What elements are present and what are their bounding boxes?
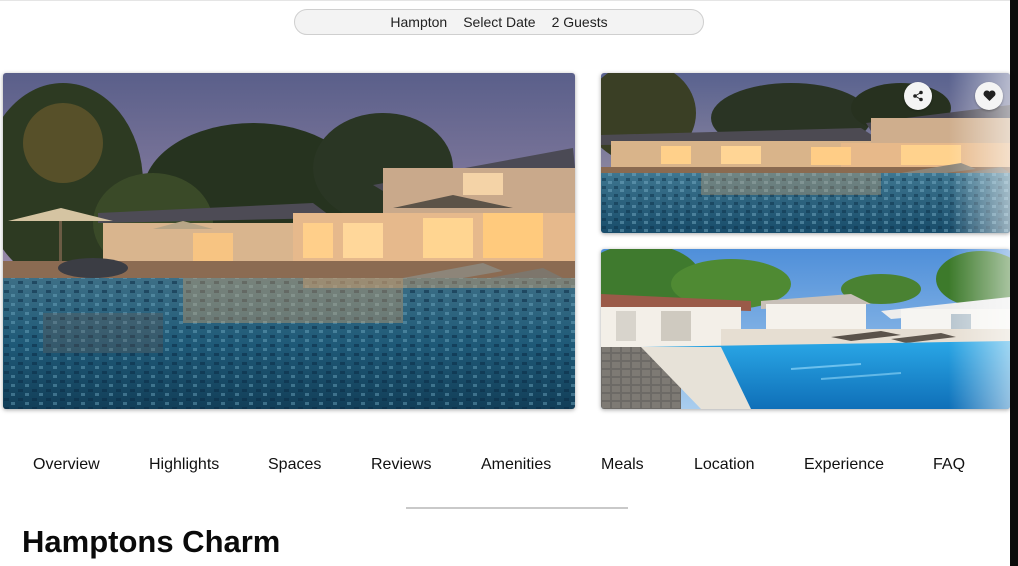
main-photo[interactable] [3, 73, 575, 409]
top-divider [0, 0, 1010, 1]
tab-meals[interactable]: Meals [601, 456, 644, 474]
window-edge [1010, 0, 1018, 566]
favorite-button[interactable] [975, 82, 1003, 110]
share-icon [913, 90, 923, 102]
tab-spaces[interactable]: Spaces [268, 456, 321, 474]
top-photo[interactable] [601, 73, 1010, 233]
bottom-photo[interactable] [601, 249, 1010, 409]
tab-overview[interactable]: Overview [33, 456, 100, 474]
tab-location[interactable]: Location [694, 456, 755, 474]
villa-pool-daytime-image [601, 249, 1010, 409]
tab-active-indicator [406, 507, 628, 509]
page: Hampton Select Date 2 Guests Overview Hi… [0, 0, 1018, 566]
tab-experience[interactable]: Experience [804, 456, 884, 474]
location-field[interactable]: Hampton [390, 14, 447, 30]
section-tabs: Overview Highlights Spaces Reviews Ameni… [0, 456, 1010, 478]
heart-icon [983, 90, 995, 101]
tab-faq[interactable]: FAQ [933, 456, 965, 474]
search-bar[interactable]: Hampton Select Date 2 Guests [294, 9, 704, 35]
property-title: Hamptons Charm [22, 524, 281, 559]
tab-amenities[interactable]: Amenities [481, 456, 551, 474]
villa-pool-dusk-image [3, 73, 575, 409]
guests-field[interactable]: 2 Guests [552, 14, 608, 30]
tab-highlights[interactable]: Highlights [149, 456, 219, 474]
share-button[interactable] [904, 82, 932, 110]
date-field[interactable]: Select Date [463, 14, 535, 30]
tab-reviews[interactable]: Reviews [371, 456, 431, 474]
villa-pool-evening-image [601, 73, 1010, 233]
